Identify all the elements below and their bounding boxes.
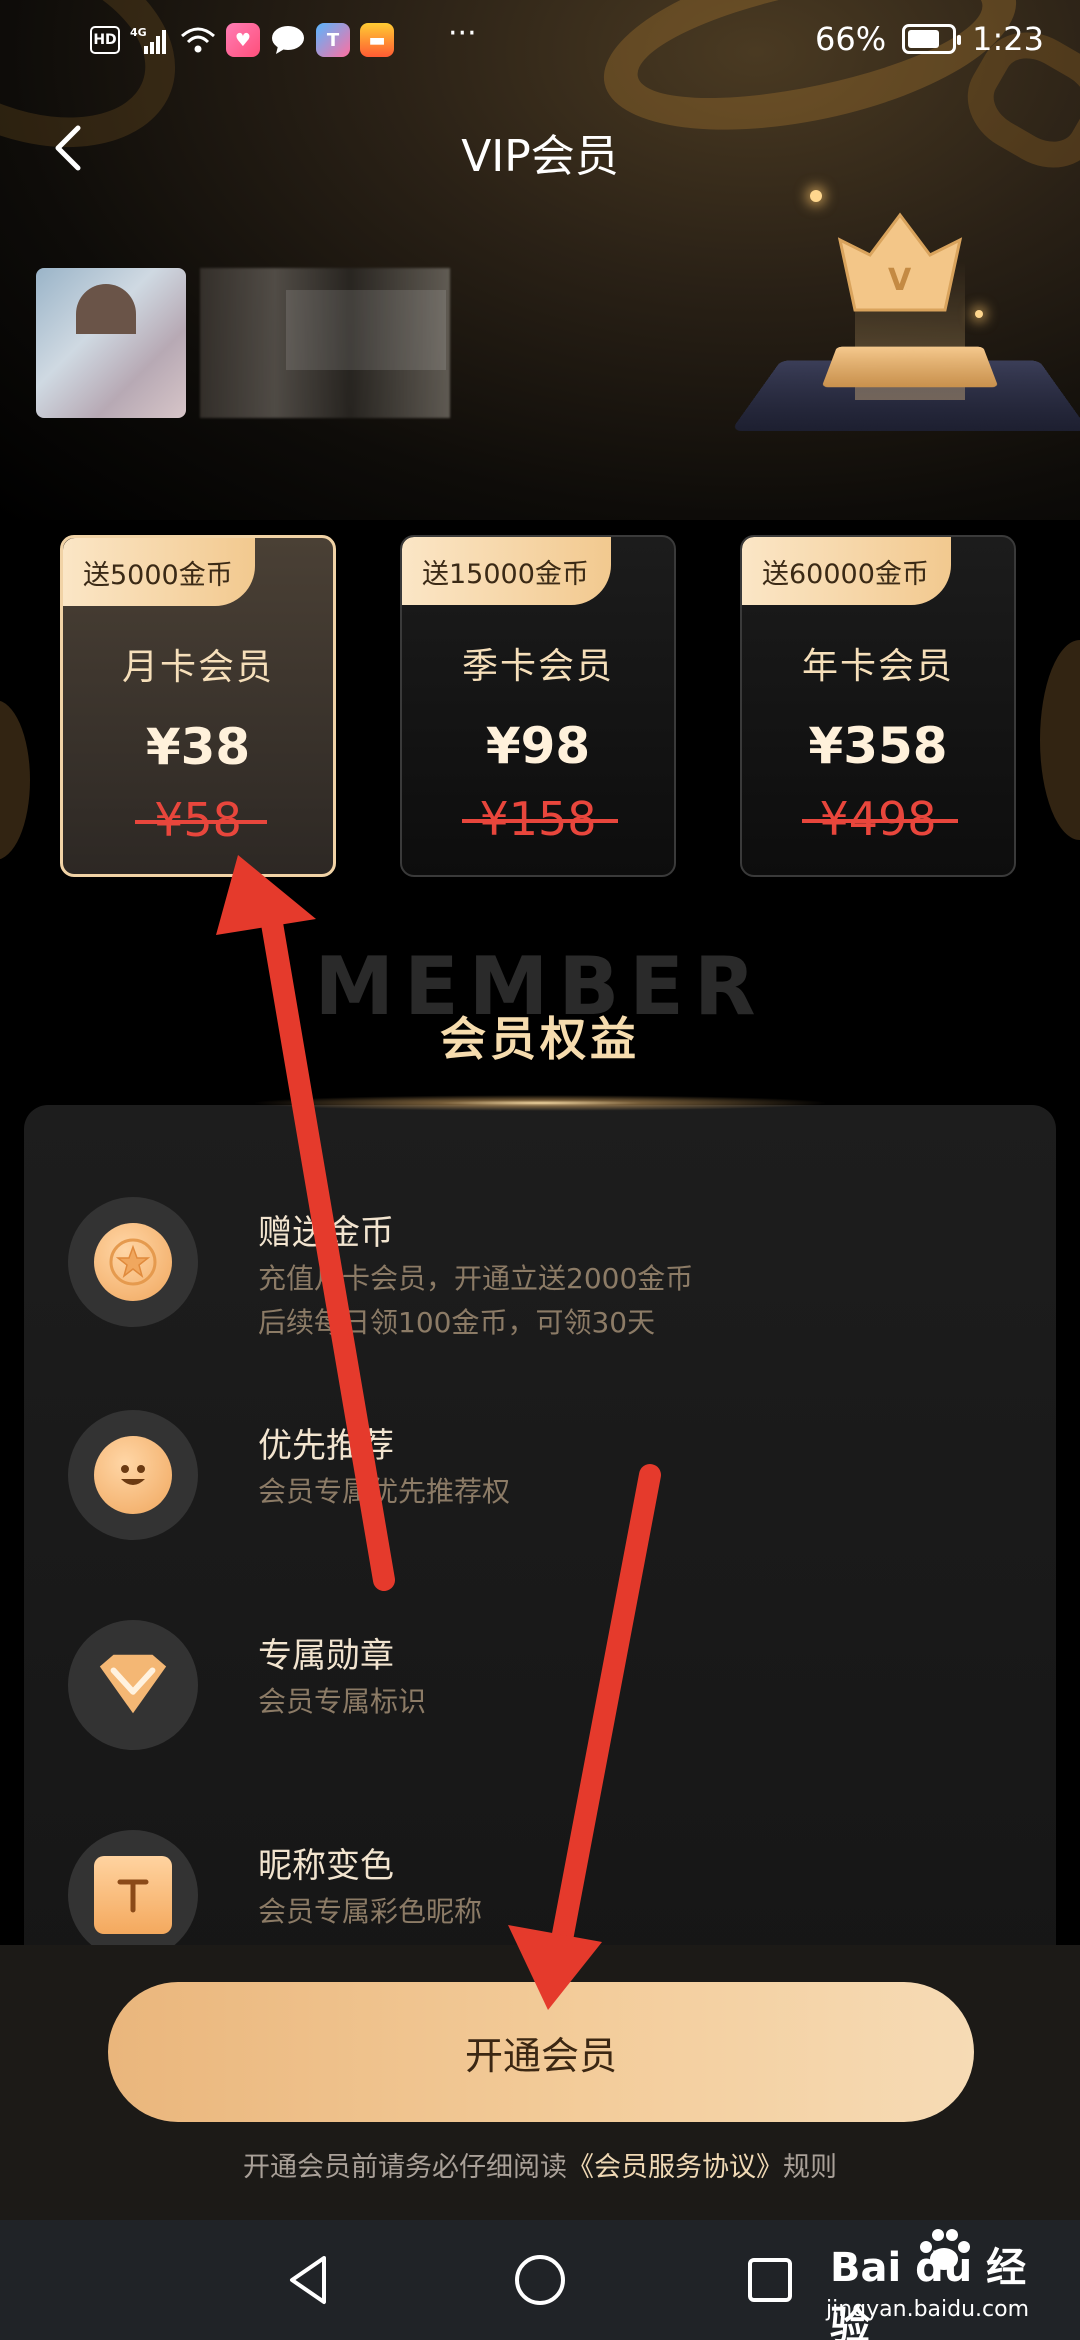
- message-icon: [270, 24, 306, 56]
- decor-ribbon: [1040, 640, 1080, 840]
- plan-name: 季卡会员: [461, 646, 614, 687]
- app-notification-icon: T: [316, 23, 350, 57]
- vip-crown-illustration: V: [730, 190, 1080, 470]
- status-bar: HD 4G ♥ T ▬ ··· 66% 1:23: [0, 0, 1080, 80]
- hd-icon: HD: [90, 26, 120, 54]
- plan-name: 年卡会员: [801, 646, 954, 687]
- benefit-desc: 充值月卡会员，开通立送2000金币 后续每日领100金币，可领30天: [258, 1262, 694, 1339]
- watermark-brand: Bai du 经验: [830, 2245, 1027, 2340]
- plan-card-quarterly[interactable]: 送15000金币 季卡会员 ¥98 ¥158: [400, 535, 676, 877]
- battery-percent: 66%: [815, 20, 887, 58]
- section-title: 会员权益: [440, 1012, 640, 1066]
- baidu-jingyan-watermark: Bai du 经验 jingyan.baidu.com: [826, 2225, 1066, 2340]
- plan-card-monthly[interactable]: 送5000金币 月卡会员 ¥38 ¥58: [60, 535, 336, 877]
- watermark-url: jingyan.baidu.com: [826, 2297, 1030, 2322]
- top-navigation: VIP会员: [0, 110, 1080, 190]
- nickname-color-icon: [94, 1856, 172, 1934]
- signal-icon: 4G: [130, 24, 170, 56]
- more-notifications-indicator: ···: [448, 16, 477, 51]
- benefit-title: 赠送金币: [258, 1213, 394, 1253]
- svg-text:V: V: [888, 263, 912, 298]
- wifi-icon: [180, 24, 216, 56]
- benefit-title: 昵称变色: [258, 1846, 394, 1886]
- plan-selector: 送5000金币 月卡会员 ¥38 ¥58 送15000金币 季卡会员 ¥98 ¥…: [60, 535, 1020, 880]
- benefits-panel: 赠送金币 充值月卡会员，开通立送2000金币 后续每日领100金币，可领30天 …: [24, 1105, 1056, 2005]
- svg-text:4G: 4G: [130, 26, 147, 39]
- nav-home-icon[interactable]: [508, 2248, 572, 2312]
- benefit-desc: 会员专属标识: [258, 1685, 427, 1718]
- plan-price: ¥358: [808, 717, 948, 775]
- page-title: VIP会员: [461, 131, 619, 182]
- nav-recents-icon[interactable]: [738, 2248, 802, 2312]
- battery-icon: [902, 24, 962, 54]
- benefit-item: 赠送金币 充值月卡会员，开通立送2000金币 后续每日领100金币，可领30天: [68, 1197, 1028, 1367]
- avatar: [36, 267, 186, 418]
- crown-icon: V: [837, 212, 963, 312]
- benefit-title: 优先推荐: [258, 1426, 394, 1466]
- benefit-item: 专属勋章 会员专属标识: [68, 1620, 1028, 1790]
- coin-icon: [94, 1223, 172, 1301]
- benefit-desc: 会员专属彩色昵称: [258, 1895, 483, 1928]
- app-notification-icon: ♥: [226, 23, 260, 57]
- title-glow-divider: [250, 1095, 830, 1111]
- user-profile: [36, 250, 476, 435]
- plan-bonus-badge: 送15000金币: [402, 537, 611, 605]
- plan-bonus-badge: 送60000金币: [742, 537, 951, 605]
- open-membership-button[interactable]: 开通会员: [108, 1982, 974, 2122]
- decor-ribbon: [0, 700, 30, 860]
- agreement-notice: 开通会员前请务必仔细阅读《会员服务协议》规则: [243, 2152, 837, 2183]
- plan-price: ¥98: [485, 717, 591, 775]
- clock: 1:23: [972, 20, 1044, 58]
- plan-bonus-badge: 送5000金币: [63, 538, 255, 606]
- smile-icon: [94, 1436, 172, 1514]
- plan-price: ¥38: [145, 718, 251, 776]
- plan-card-yearly[interactable]: 送60000金币 年卡会员 ¥358 ¥498: [740, 535, 1016, 877]
- nav-back-icon[interactable]: [278, 2248, 342, 2312]
- plan-name: 月卡会员: [121, 647, 274, 688]
- benefit-item: 优先推荐 会员专属优先推荐权: [68, 1410, 1028, 1580]
- benefit-desc: 会员专属优先推荐权: [258, 1475, 511, 1508]
- service-agreement-link[interactable]: 《会员服务协议》: [567, 2152, 783, 2183]
- benefit-title: 专属勋章: [258, 1636, 394, 1676]
- app-notification-icon: ▬: [360, 23, 394, 57]
- badge-icon: [94, 1646, 172, 1724]
